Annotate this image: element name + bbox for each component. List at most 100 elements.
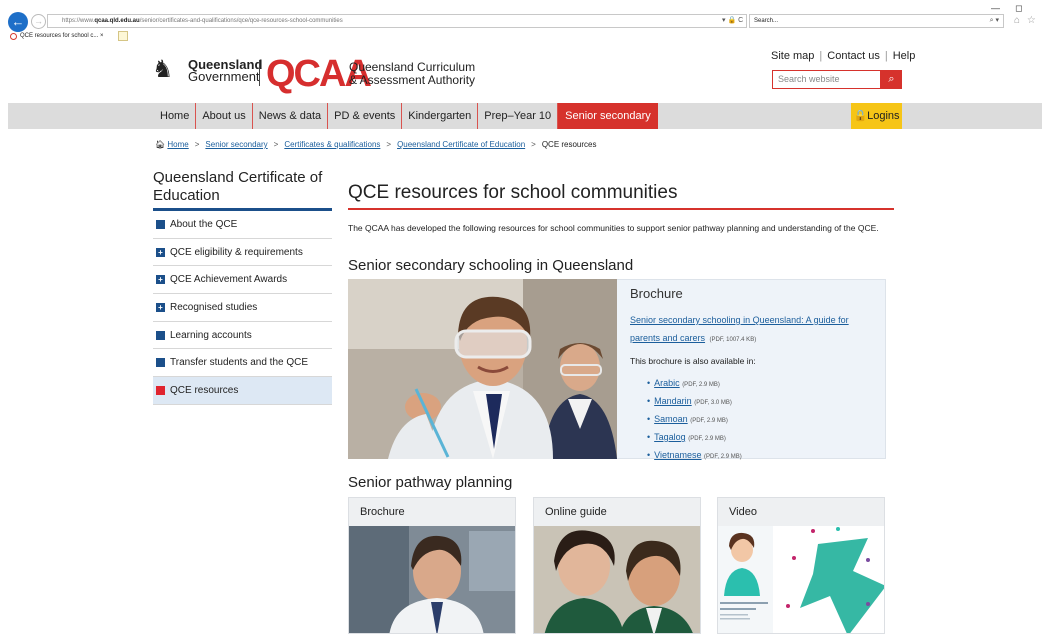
breadcrumb-home[interactable]: Home [167, 140, 188, 149]
section-heading-senior-secondary: Senior secondary schooling in Queensland [348, 257, 634, 274]
brochure-file-meta: (PDF, 1007.4 KB) [709, 337, 757, 343]
breadcrumb: 🏠︎ Home > Senior secondary > Certificates & … [155, 140, 597, 149]
breadcrumb-senior-secondary[interactable]: Senior secondary [205, 140, 267, 149]
breadcrumb-separator: > [531, 140, 536, 149]
new-tab-button[interactable] [118, 31, 128, 41]
sidebar-item-transfer-students[interactable]: Transfer students and the QCE [153, 349, 332, 378]
video-thumbnail [718, 526, 884, 633]
language-link-samoan[interactable]: Samoan [654, 414, 688, 424]
student-photo [349, 526, 515, 633]
qcaa-name: Queensland Curriculum & Assessment Autho… [349, 61, 475, 87]
breadcrumb-qce[interactable]: Queensland Certificate of Education [397, 140, 525, 149]
sidebar-item-about-the-qce[interactable]: About the QCE [153, 211, 332, 239]
list-item: • Vietnamese (PDF, 2.9 MB) [647, 447, 870, 465]
utility-links: Site map | Contact us | Help [766, 50, 920, 62]
search-icon: ⌕ [888, 73, 895, 85]
brochure-details: Brochure Senior secondary schooling in Q… [630, 286, 870, 465]
expand-plus-icon[interactable]: + [156, 303, 165, 313]
header-divider [259, 60, 260, 86]
site-map-link[interactable]: Site map [766, 50, 819, 62]
nav-senior-secondary[interactable]: Senior secondary [558, 103, 658, 129]
list-item: • Samoan (PDF, 2.9 MB) [647, 411, 870, 429]
logins-button[interactable]: 🔒Logins [851, 103, 902, 129]
browser-search-input[interactable]: Search... ⌕ ▾ [749, 14, 1004, 28]
sidebar-item-label: QCE Achievement Awards [170, 274, 288, 286]
help-link[interactable]: Help [888, 50, 921, 62]
file-meta: (PDF, 2.9 MB) [688, 436, 726, 442]
card-online-guide[interactable]: Online guide [533, 497, 701, 634]
nav-kindergarten[interactable]: Kindergarten [402, 103, 479, 129]
home-favorites-icons[interactable]: ⌂ ☆ [1014, 15, 1038, 26]
qcaa-favicon-icon [10, 33, 17, 40]
language-link-arabic[interactable]: Arabic [654, 378, 680, 388]
language-link-mandarin[interactable]: Mandarin [654, 396, 692, 406]
language-list: • Arabic (PDF, 2.9 MB) • Mandarin (PDF, 3.… [630, 375, 870, 465]
breadcrumb-current: QCE resources [541, 140, 597, 149]
square-icon [156, 220, 165, 229]
breadcrumb-separator: > [273, 140, 279, 149]
sidebar-item-qce-resources[interactable]: QCE resources [153, 377, 332, 405]
nav-home[interactable]: Home [153, 103, 197, 129]
sidebar-item-learning-accounts[interactable]: Learning accounts [153, 322, 332, 350]
nav-pd-events[interactable]: PD & events [328, 103, 403, 129]
maximize-icon[interactable]: ◻ [1015, 3, 1022, 14]
nav-about-us[interactable]: About us [196, 103, 253, 129]
title-underline [348, 208, 894, 210]
also-available-text: This brochure is also available in: [630, 356, 756, 366]
url-path: /senior/certificates-and-qualifications/… [139, 18, 343, 24]
expand-plus-icon[interactable]: + [156, 247, 165, 257]
sidebar-item-label: About the QCE [170, 219, 238, 230]
browser-tab[interactable]: QCE resources for school c... × [8, 31, 116, 42]
queensland-government-logo[interactable]: Queensland Government [188, 58, 262, 84]
forward-arrow-icon[interactable]: → [31, 14, 46, 29]
nav-prep-year-10[interactable]: Prep–Year 10 [478, 103, 559, 129]
sidebar-menu: About the QCE + QCE eligibility & requir… [153, 211, 332, 405]
brochure-heading: Brochure [630, 286, 683, 301]
contact-us-link[interactable]: Contact us [822, 50, 885, 62]
sidebar-item-recognised-studies[interactable]: + Recognised studies [153, 294, 332, 322]
card-title: Video [729, 506, 757, 518]
back-arrow-icon[interactable]: ← [8, 12, 28, 32]
address-controls[interactable]: ▾ 🔒 C [722, 14, 743, 27]
search-button[interactable]: ⌕ [881, 70, 902, 89]
gov-line2: Government [188, 69, 260, 84]
sidebar-item-label: Transfer students and the QCE [170, 357, 309, 369]
card-video[interactable]: Video [717, 497, 885, 634]
breadcrumb-separator: > [386, 140, 392, 149]
file-meta: (PDF, 3.0 MB) [694, 400, 732, 406]
section-heading-pathway-planning: Senior pathway planning [348, 474, 513, 491]
breadcrumb-certificates[interactable]: Certificates & qualifications [284, 140, 380, 149]
square-icon [156, 386, 165, 396]
card-title: Brochure [360, 506, 405, 518]
sidebar-item-eligibility[interactable]: + QCE eligibility & requirements [153, 239, 332, 267]
list-item: • Mandarin (PDF, 3.0 MB) [647, 393, 870, 411]
card-title: Online guide [545, 506, 607, 518]
page-title: QCE resources for school communities [348, 182, 678, 203]
search-icon[interactable]: ⌕ ▾ [990, 15, 999, 27]
sidebar-item-achievement-awards[interactable]: + QCE Achievement Awards [153, 266, 332, 295]
qcaa-name-line2: & Assessment Authority [349, 73, 476, 87]
file-meta: (PDF, 2.9 MB) [690, 418, 728, 424]
language-link-tagalog[interactable]: Tagalog [654, 432, 686, 442]
square-icon [156, 330, 165, 340]
breadcrumb-separator: > [194, 140, 200, 149]
language-link-vietnamese[interactable]: Vietnamese [654, 450, 701, 460]
file-meta: (PDF, 2.9 MB) [682, 382, 720, 388]
home-icon: 🏠︎ [155, 140, 168, 149]
browser-search-placeholder: Search... [754, 18, 779, 24]
minimize-icon[interactable]: — [991, 3, 1000, 13]
students-photo [534, 526, 700, 633]
address-bar[interactable]: https://www.qcaa.qld.edu.au/senior/certi… [47, 14, 747, 28]
expand-plus-icon[interactable]: + [156, 275, 165, 285]
square-icon [156, 358, 165, 368]
sidebar-item-label: Recognised studies [170, 302, 258, 314]
list-item: • Tagalog (PDF, 2.9 MB) [647, 429, 870, 447]
list-item: • Arabic (PDF, 2.9 MB) [647, 375, 870, 393]
intro-text: The QCAA has developed the following res… [348, 223, 879, 233]
card-brochure[interactable]: Brochure [348, 497, 516, 634]
sidebar-title[interactable]: Queensland Certificate of Education [153, 169, 333, 205]
site-search-input[interactable]: Search website [772, 70, 881, 89]
nav-news-data[interactable]: News & data [253, 103, 329, 129]
students-lab-photo [348, 279, 617, 459]
sidebar-item-label: QCE eligibility & requirements [170, 246, 303, 258]
